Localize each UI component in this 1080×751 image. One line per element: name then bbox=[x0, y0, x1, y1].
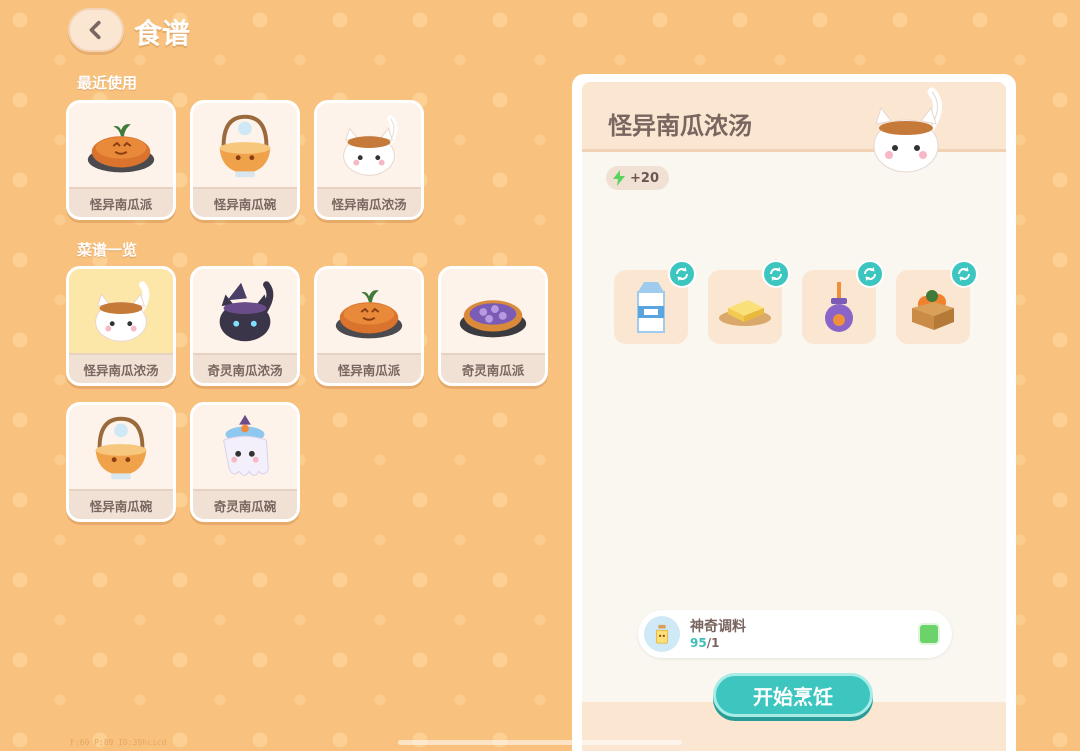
catalog-card-ghost-bowl[interactable]: 奇灵南瓜碗 bbox=[190, 402, 300, 522]
recent-section-title: 最近使用 bbox=[77, 74, 138, 92]
recent-card-cat-soup[interactable]: 怪异南瓜浓汤 bbox=[314, 100, 424, 220]
ingredient-slot-milk[interactable] bbox=[614, 260, 696, 344]
refresh-icon bbox=[770, 267, 782, 281]
pumpkin-pie-icon bbox=[335, 290, 403, 339]
catalog-card-label: 怪异南瓜派 bbox=[317, 353, 421, 383]
pumpkin-crate-icon bbox=[912, 290, 954, 330]
refresh-icon bbox=[958, 267, 970, 281]
back-button[interactable] bbox=[68, 8, 124, 52]
ingredient-slot-jam[interactable] bbox=[802, 260, 884, 344]
ghost-bowl-icon bbox=[222, 414, 269, 476]
pumpkin-bowl-icon bbox=[219, 114, 271, 178]
black-cat-soup-icon bbox=[219, 281, 274, 342]
catalog-card-label: 怪异南瓜浓汤 bbox=[69, 353, 173, 383]
debug-info: F:60 P:89 ID:39hcicd bbox=[70, 738, 167, 747]
chevron-left-icon bbox=[89, 20, 101, 40]
catalog-card-cat-soup[interactable]: 怪异南瓜浓汤 bbox=[66, 266, 176, 386]
catalog-card-label: 奇灵南瓜派 bbox=[441, 353, 545, 383]
cat-soup-icon bbox=[343, 115, 398, 176]
seasoning-jar-icon bbox=[656, 624, 668, 644]
refresh-icon bbox=[864, 267, 876, 281]
ingredient-slot-butter[interactable] bbox=[708, 260, 790, 344]
ingredient-slot-pumpkin[interactable] bbox=[896, 260, 978, 344]
seasoning-toggle[interactable] bbox=[918, 623, 940, 645]
milk-carton-icon bbox=[637, 282, 665, 333]
pumpkin-bowl-icon bbox=[95, 416, 147, 480]
lightning-icon bbox=[613, 170, 625, 186]
ingredient-list bbox=[614, 260, 978, 344]
catalog-card-pumpkin-bowl[interactable]: 怪异南瓜碗 bbox=[66, 402, 176, 522]
swap-button[interactable] bbox=[762, 260, 790, 288]
catalog-card-label: 怪异南瓜碗 bbox=[69, 489, 173, 519]
seasoning-need: /1 bbox=[706, 636, 720, 650]
seasoning-icon bbox=[644, 616, 680, 652]
cat-soup-icon bbox=[873, 87, 942, 173]
catalog-card-black-cat-soup[interactable]: 奇灵南瓜浓汤 bbox=[190, 266, 300, 386]
seasoning-have: 95 bbox=[690, 636, 707, 650]
swap-button[interactable] bbox=[668, 260, 696, 288]
swap-button[interactable] bbox=[950, 260, 978, 288]
recent-card-pumpkin-pie[interactable]: 怪异南瓜派 bbox=[66, 100, 176, 220]
refresh-icon bbox=[676, 267, 688, 281]
recent-card-label: 怪异南瓜派 bbox=[69, 187, 173, 217]
start-cooking-button[interactable]: 开始烹饪 bbox=[713, 673, 873, 717]
recent-card-pumpkin-bowl[interactable]: 怪异南瓜碗 bbox=[190, 100, 300, 220]
jam-jar-icon bbox=[825, 282, 853, 332]
swap-button[interactable] bbox=[856, 260, 884, 288]
purple-pie-icon bbox=[459, 300, 527, 338]
cat-soup-icon bbox=[95, 281, 150, 342]
catalog-section-title: 菜谱一览 bbox=[77, 241, 138, 259]
recent-card-label: 怪异南瓜碗 bbox=[193, 187, 297, 217]
seasoning-row[interactable]: 神奇调料 95/1 bbox=[638, 610, 952, 658]
seasoning-name: 神奇调料 bbox=[690, 619, 746, 635]
home-indicator[interactable] bbox=[398, 740, 682, 745]
page-title: 食谱 bbox=[134, 17, 191, 50]
energy-badge: +20 bbox=[606, 166, 669, 190]
pumpkin-pie-icon bbox=[87, 124, 155, 173]
catalog-card-purple-pie[interactable]: 奇灵南瓜派 bbox=[438, 266, 548, 386]
catalog-card-label: 奇灵南瓜浓汤 bbox=[193, 353, 297, 383]
catalog-card-label: 奇灵南瓜碗 bbox=[193, 489, 297, 519]
butter-icon bbox=[719, 300, 771, 326]
recent-card-label: 怪异南瓜浓汤 bbox=[317, 187, 421, 217]
seasoning-count: 95/1 bbox=[690, 636, 719, 650]
energy-value: +20 bbox=[630, 170, 659, 186]
catalog-card-pumpkin-pie[interactable]: 怪异南瓜派 bbox=[314, 266, 424, 386]
dish-name: 怪异南瓜浓汤 bbox=[608, 112, 752, 140]
recipe-detail-panel: 怪异南瓜浓汤 +20 神奇调料 95/1 bbox=[572, 74, 1016, 751]
